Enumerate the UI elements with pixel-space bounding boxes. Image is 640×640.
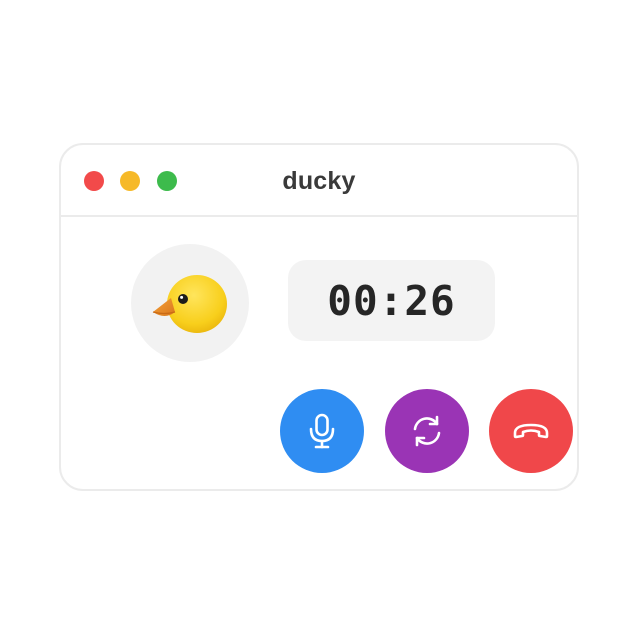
call-timer-text: 00:26 — [327, 276, 456, 325]
mute-microphone-button[interactable] — [280, 389, 364, 473]
call-window: ducky 00:26 — [59, 143, 579, 491]
end-call-button[interactable] — [489, 389, 573, 473]
call-timer: 00:26 — [288, 260, 495, 341]
microphone-icon — [307, 413, 337, 449]
phone-hangup-icon — [511, 421, 551, 441]
title-bar: ducky — [61, 145, 577, 217]
caller-avatar — [131, 244, 249, 362]
switch-camera-button[interactable] — [385, 389, 469, 473]
window-title: ducky — [282, 167, 356, 195]
duck-emoji-icon — [152, 275, 227, 333]
refresh-icon — [410, 414, 444, 448]
